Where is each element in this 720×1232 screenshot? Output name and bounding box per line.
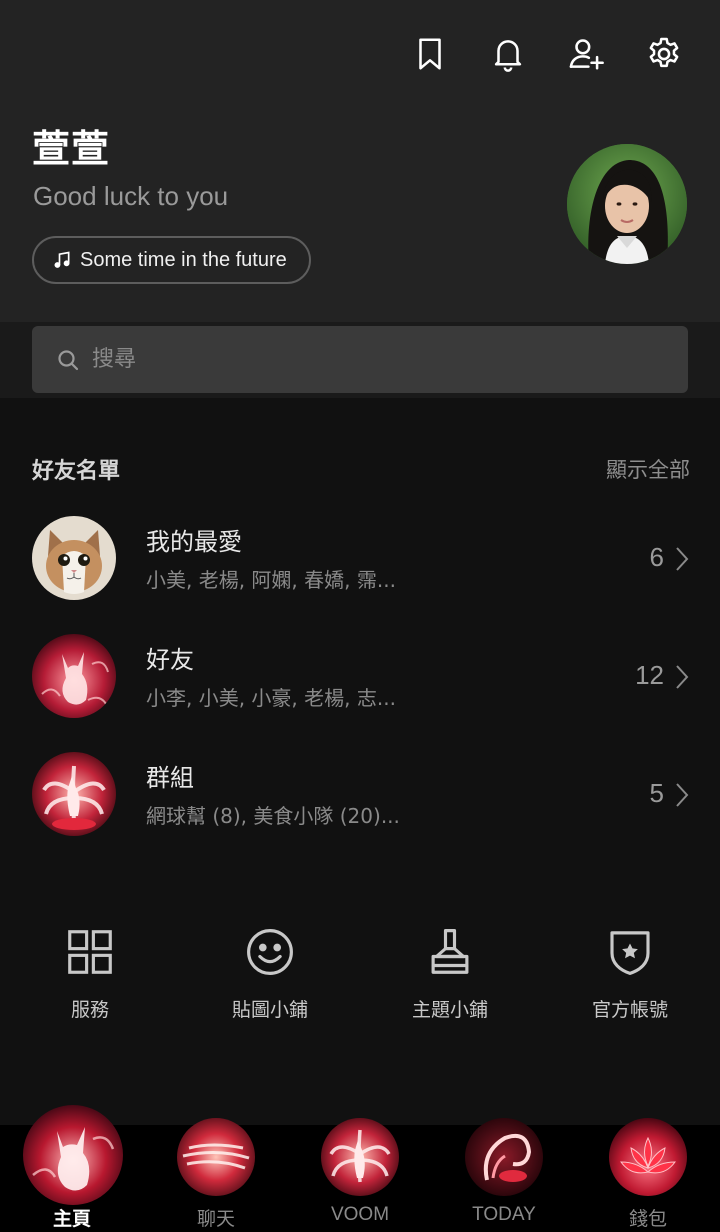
tab-wallet[interactable]: 錢包 [576, 1118, 720, 1232]
list-item-title: 好友 [146, 646, 194, 674]
service-label: 主題小鋪 [411, 999, 488, 1021]
today-tab-icon [465, 1118, 543, 1196]
service-official-accounts[interactable]: 官方帳號 [540, 925, 720, 1022]
service-label: 服務 [70, 999, 109, 1021]
smiley-icon [247, 929, 293, 975]
tab-label: 錢包 [628, 1209, 667, 1230]
chevron-right-icon [676, 783, 689, 807]
friends-section-title: 好友名單 [32, 459, 121, 484]
favorites-avatar [32, 516, 116, 600]
tab-home[interactable]: 主頁 [0, 1105, 144, 1232]
home-tab-icon [23, 1105, 123, 1205]
wallet-tab-icon [609, 1118, 687, 1196]
tab-label: 聊天 [196, 1209, 235, 1230]
chevron-right-icon [676, 547, 689, 571]
service-label: 貼圖小鋪 [231, 999, 308, 1021]
shield-star-icon [610, 931, 650, 975]
service-label: 官方帳號 [591, 999, 668, 1021]
chats-tab-icon [177, 1118, 255, 1196]
music-note-icon [54, 251, 70, 268]
profile-music-button[interactable]: Some time in the future [32, 236, 311, 284]
gear-icon[interactable] [644, 32, 684, 76]
tab-voom[interactable]: VOOM [288, 1118, 432, 1232]
tab-label: VOOM [330, 1204, 390, 1225]
music-title: Some time in the future [80, 248, 287, 271]
list-item-count: 12 [635, 660, 664, 690]
service-services[interactable]: 服務 [0, 925, 180, 1022]
status-message[interactable]: Good luck to you [33, 181, 228, 212]
bell-icon[interactable] [488, 32, 528, 76]
tab-today[interactable]: TODAY [432, 1118, 576, 1232]
profile-name[interactable]: 萱萱 [32, 118, 110, 173]
search-icon [58, 349, 79, 370]
bottom-tab-bar: 主頁 聊天 VOOM TODAY 錢包 [0, 1105, 720, 1232]
groups-avatar [32, 752, 116, 836]
grid-icon [68, 930, 112, 974]
list-item-subtitle: 小李, 小美, 小豪, 老楊, 志... [146, 686, 396, 710]
brush-icon [431, 929, 469, 974]
list-item-groups[interactable]: 群組 網球幫 (8), 美食小隊 (20)... 5 [0, 752, 720, 852]
add-friend-icon[interactable] [566, 32, 606, 76]
list-item-count: 6 [649, 542, 664, 572]
tab-label: TODAY [472, 1204, 536, 1225]
list-item-title: 我的最愛 [146, 528, 242, 556]
list-item-friends[interactable]: 好友 小李, 小美, 小豪, 老楊, 志... 12 [0, 634, 720, 734]
search-bar[interactable] [32, 326, 688, 393]
list-item-subtitle: 小美, 老楊, 阿嫻, 春嬌, 霈... [146, 568, 396, 592]
friends-avatar [32, 634, 116, 718]
show-all-link[interactable]: 顯示全部 [606, 454, 690, 484]
list-item-count: 5 [649, 778, 664, 808]
chevron-right-icon [676, 665, 689, 689]
search-input[interactable] [90, 346, 614, 373]
profile-header: 萱萱 Good luck to you Some time in the fut… [0, 0, 720, 322]
tab-chats[interactable]: 聊天 [144, 1118, 288, 1232]
service-sticker-shop[interactable]: 貼圖小鋪 [180, 925, 360, 1022]
voom-tab-icon [321, 1118, 399, 1196]
tab-label: 主頁 [52, 1209, 91, 1230]
bookmark-icon[interactable] [410, 32, 450, 76]
profile-avatar[interactable] [567, 144, 687, 264]
list-item-title: 群組 [146, 764, 194, 792]
header-actions [410, 32, 684, 76]
list-item-favorites[interactable]: 我的最愛 小美, 老楊, 阿嫻, 春嬌, 霈... 6 [0, 516, 720, 616]
list-item-subtitle: 網球幫 (8), 美食小隊 (20)... [146, 804, 400, 828]
service-theme-shop[interactable]: 主題小鋪 [360, 925, 540, 1022]
services-row: 服務 貼圖小鋪 主題小鋪 官方帳號 [0, 925, 720, 1035]
